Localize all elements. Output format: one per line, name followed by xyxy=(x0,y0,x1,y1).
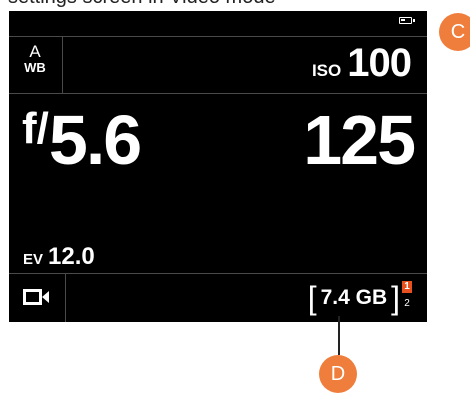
storage-value: 7.4 GB xyxy=(320,286,388,309)
divider xyxy=(62,36,63,93)
divider xyxy=(9,93,427,94)
white-balance-indicator[interactable]: A WB xyxy=(22,43,48,74)
callout-d-badge: D xyxy=(319,355,357,393)
callout-d-pointer xyxy=(338,316,340,355)
ev-value: 12.0 xyxy=(48,243,95,270)
ev-label: EV xyxy=(23,251,44,268)
shutter-speed-value[interactable]: 125 xyxy=(303,105,416,175)
divider xyxy=(65,273,66,322)
callout-c-badge: C xyxy=(439,13,470,51)
storage-bracket-open: [ xyxy=(307,280,317,316)
white-balance-mode: A xyxy=(29,42,41,61)
card-slot-1-indicator: 1 xyxy=(402,281,412,293)
aperture-prefix: f/ xyxy=(22,104,49,153)
divider xyxy=(9,36,427,37)
card-slot-2-indicator: 2 xyxy=(404,298,410,309)
video-camera-icon[interactable] xyxy=(23,289,50,305)
aperture-value: 5.6 xyxy=(48,101,142,179)
camera-display: A WB ISO 100 f/5.6 125 EV 12.0 [7.4 GB] 1 … xyxy=(9,11,427,322)
divider xyxy=(9,273,427,274)
battery-icon xyxy=(399,17,415,24)
white-balance-label: WB xyxy=(24,60,46,75)
aperture-setting[interactable]: f/5.6 xyxy=(22,104,142,175)
storage-remaining: [7.4 GB] xyxy=(308,281,400,315)
storage-bracket-close: ] xyxy=(391,280,400,316)
caption-text: settings screen in Video mode xyxy=(8,0,276,9)
iso-label: ISO xyxy=(311,61,342,80)
iso-setting[interactable]: ISO 100 xyxy=(311,41,412,86)
iso-value: 100 xyxy=(347,41,412,85)
exposure-value: EV 12.0 xyxy=(23,243,95,271)
